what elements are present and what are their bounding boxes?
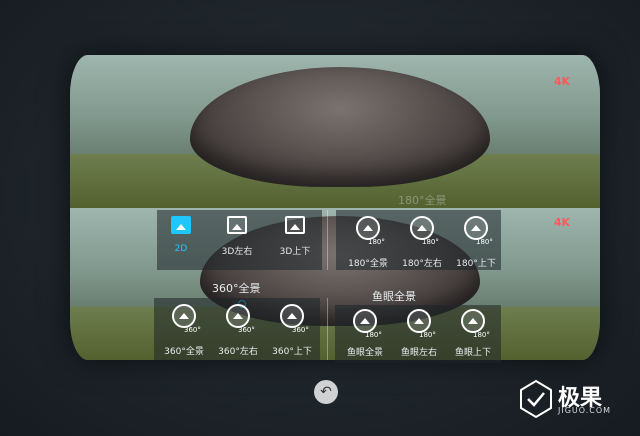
mode-label: 3D左右	[221, 247, 253, 257]
mode-label: 360°上下	[272, 347, 312, 357]
mode-fisheye-panorama-button[interactable]: 180° 鱼眼全景	[335, 305, 395, 365]
mode-label: 180°上下	[456, 259, 496, 269]
globe-icon	[356, 216, 380, 240]
mode-label: 鱼眼全景	[346, 348, 383, 358]
mode-180-side-by-side-button[interactable]: 180° 180°左右	[392, 212, 452, 272]
fisheye-icon	[407, 309, 431, 333]
mode-menu-fisheye: 180° 鱼眼全景 180° 鱼眼左右 180° 鱼眼上下	[335, 305, 501, 363]
fisheye-icon	[353, 309, 377, 333]
4k-badge: 4K	[553, 215, 570, 229]
mode-label: 2D	[174, 244, 188, 254]
mode-fisheye-top-bottom-button[interactable]: 180° 鱼眼上下	[443, 305, 503, 365]
globe-icon	[410, 216, 434, 240]
globe-icon	[280, 304, 304, 328]
mode-label: 360°左右	[218, 347, 258, 357]
mode-menu-360: 360° 360°全景 360° 360°左右 360° 360°上下	[154, 298, 320, 360]
mode-360-top-bottom-button[interactable]: 360° 360°上下	[262, 300, 322, 360]
globe-icon	[226, 304, 250, 328]
globe-icon	[464, 216, 488, 240]
video-frame-top: 4K	[70, 55, 600, 208]
back-button[interactable]: ↶	[314, 380, 338, 404]
mode-fisheye-side-by-side-button[interactable]: 180° 鱼眼左右	[389, 305, 449, 365]
picture-icon	[285, 216, 305, 234]
watermark-logo: 极果 JIGUO.COM	[518, 377, 628, 423]
mode-360-panorama-button[interactable]: 360° 360°全景	[154, 300, 214, 360]
picture-icon	[227, 216, 247, 234]
section-title-fisheye: 鱼眼全景	[372, 290, 416, 303]
mode-label: 180°全景	[348, 259, 388, 269]
mode-label: 360°全景	[164, 347, 204, 357]
picture-icon	[171, 216, 191, 234]
fisheye-icon	[461, 309, 485, 333]
menu-divider	[327, 210, 328, 270]
mode-menu-2d-3d: 2D 3D左右 3D上下	[157, 210, 322, 270]
menu-divider	[327, 298, 328, 360]
hexagon-logo-icon	[520, 379, 552, 419]
mode-180-panorama-button[interactable]: 180° 180°全景	[338, 212, 398, 272]
4k-badge: 4K	[553, 75, 570, 88]
section-title-180: 180°全景	[398, 194, 447, 207]
mode-3d-side-by-side-button[interactable]: 3D左右	[209, 210, 265, 270]
watermark-subtext: JIGUO.COM	[558, 406, 612, 415]
undo-icon: ↶	[320, 384, 332, 400]
mode-label: 鱼眼上下	[454, 348, 491, 358]
globe-icon	[172, 304, 196, 328]
mode-label: 鱼眼左右	[400, 348, 437, 358]
mode-360-side-by-side-button[interactable]: 360° 360°左右	[208, 300, 268, 360]
mode-2d-button[interactable]: 2D	[157, 210, 205, 270]
mode-3d-top-bottom-button[interactable]: 3D上下	[267, 210, 323, 270]
mode-label: 3D上下	[279, 247, 311, 257]
mode-label: 180°左右	[402, 259, 442, 269]
section-title-360: 360°全景	[212, 282, 261, 295]
mode-180-top-bottom-button[interactable]: 180° 180°上下	[446, 212, 506, 272]
mode-menu-180: 180° 180°全景 180° 180°左右 180° 180°上下	[336, 210, 501, 270]
